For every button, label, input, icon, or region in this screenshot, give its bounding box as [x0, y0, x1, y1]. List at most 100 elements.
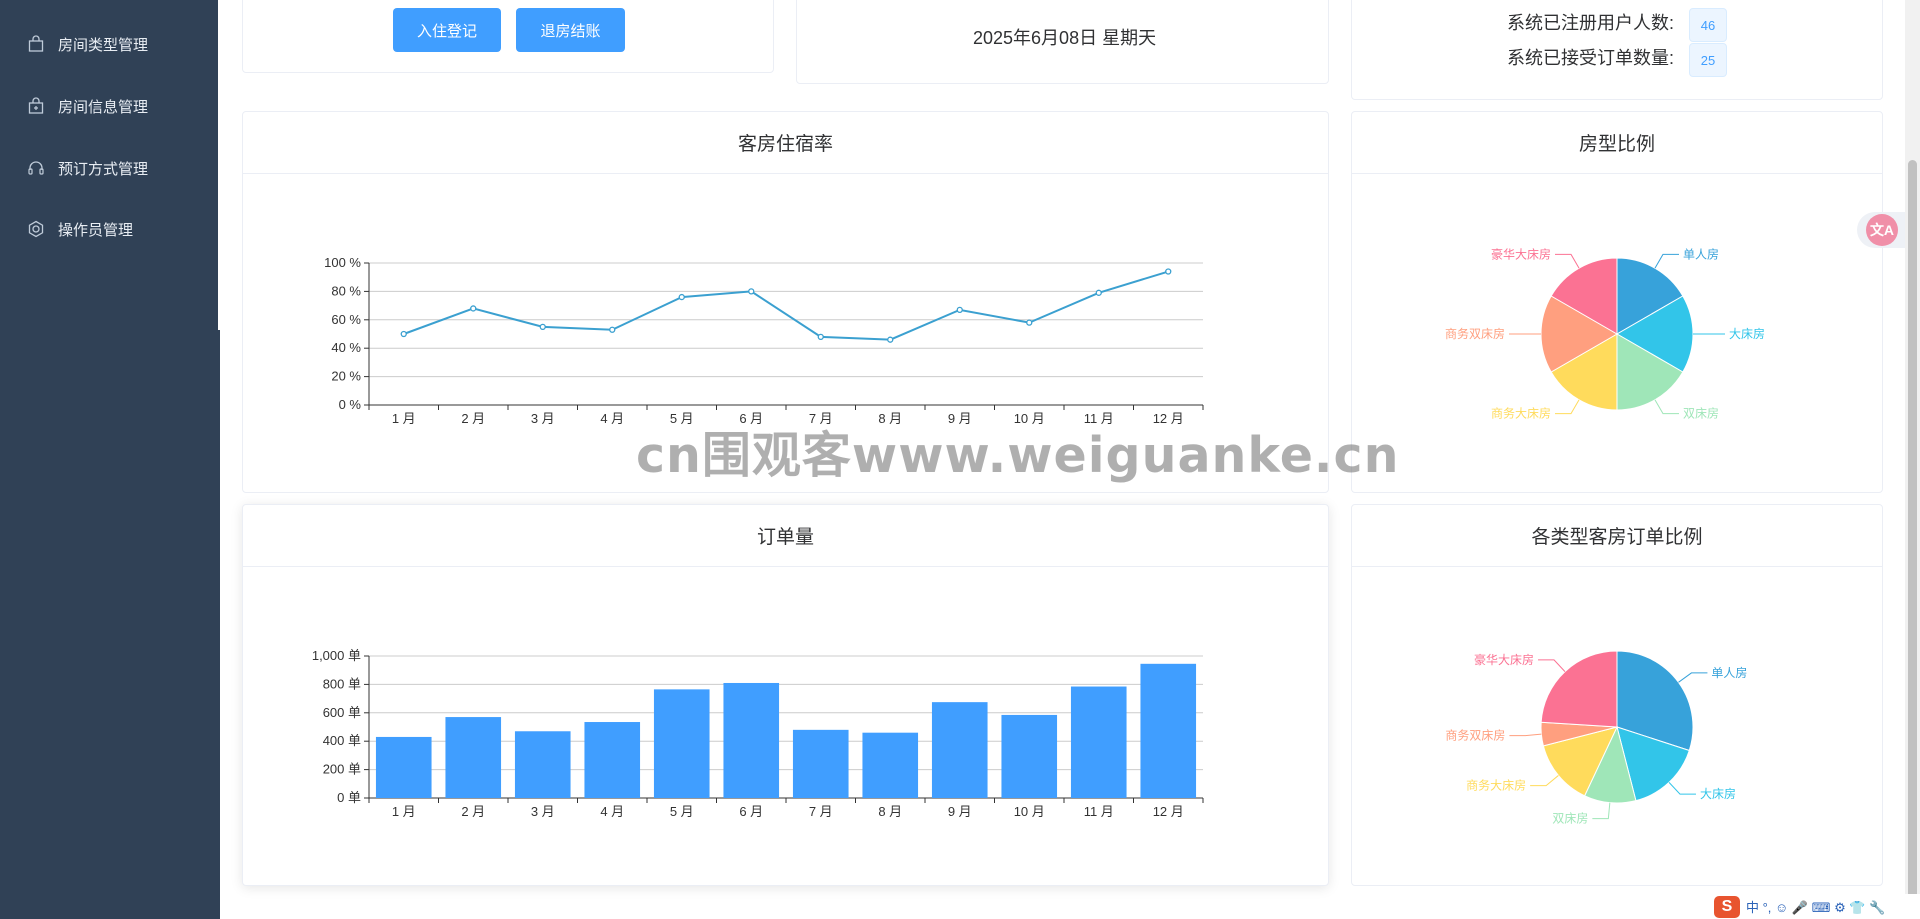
- bar: [445, 717, 502, 798]
- x-tick-label: 5 月: [670, 411, 694, 426]
- pie-label-line: [1530, 775, 1559, 787]
- y-tick-label: 80 %: [331, 283, 361, 298]
- data-point: [887, 336, 894, 343]
- translate-icon[interactable]: 文A: [1866, 214, 1898, 246]
- sidebar-item-room-info[interactable]: 房间信息管理: [0, 78, 220, 134]
- occupancy-line-chart: 0 % 20 % 40 % 60 % 80 % 100 % 1 月 2 月 3 月 4 月 5 月 6…: [324, 255, 1204, 426]
- y-tick-label: 40 %: [331, 340, 361, 355]
- shopping-bag-add-icon: [26, 96, 46, 116]
- x-tick-label: 12 月: [1153, 411, 1184, 426]
- x-tick-label: 1 月: [392, 804, 416, 819]
- x-tick-label: 1 月: [392, 411, 416, 426]
- data-point: [470, 305, 477, 312]
- registered-users-label: 系统已注册用户人数:: [1506, 13, 1674, 33]
- x-tick-label: 6 月: [739, 411, 763, 426]
- occupancy-series-line: [403, 270, 1169, 341]
- pie-label: 豪华大床房: [1491, 246, 1551, 261]
- bar: [584, 722, 641, 798]
- pie-label-line: [1592, 802, 1611, 820]
- ime-toolbar[interactable]: S 中 °, ☺ 🎤 ⌨ ⚙ 👕 🔧: [1712, 894, 1920, 919]
- bar: [1001, 714, 1058, 798]
- ime-status[interactable]: 中 °, ☺ 🎤 ⌨ ⚙ 👕 🔧: [1746, 897, 1885, 916]
- actions-card: 入住登记 退房结账: [242, 0, 774, 73]
- y-tick-label: 1,000 单: [312, 648, 361, 663]
- pie-label-line: [1555, 253, 1580, 269]
- bar: [862, 732, 919, 798]
- x-tick-label: 9 月: [948, 411, 972, 426]
- pie-label: 商务大床房: [1466, 778, 1526, 793]
- sidebar-item-booking-method[interactable]: 预订方式管理: [0, 140, 220, 196]
- shopping-bag-icon: [26, 34, 46, 54]
- sidebar-item-operator[interactable]: 操作员管理: [0, 201, 220, 257]
- scrollbar-thumb[interactable]: [1908, 160, 1917, 900]
- pie-label-line: [1668, 782, 1696, 795]
- pie-label: 商务大床房: [1491, 406, 1551, 421]
- y-tick-label: 0 %: [339, 397, 362, 412]
- x-tick-label: 12 月: [1153, 804, 1184, 819]
- occupancy-title: 客房住宿率: [243, 112, 1328, 174]
- bar: [1140, 663, 1197, 798]
- x-tick-label: 7 月: [809, 804, 833, 819]
- sidebar-item-label: 房间信息管理: [58, 98, 149, 116]
- pie-label: 双床房: [1683, 406, 1719, 421]
- pie-label: 大床房: [1729, 326, 1765, 341]
- pie-label-line: [1555, 399, 1580, 415]
- data-point: [1026, 319, 1033, 326]
- x-tick-label: 3 月: [531, 411, 555, 426]
- pie-label-line: [1678, 672, 1708, 683]
- sogou-logo-icon[interactable]: S: [1714, 895, 1740, 918]
- x-tick-label: 7 月: [809, 411, 833, 426]
- bar: [931, 702, 988, 798]
- x-tick-label: 4 月: [600, 804, 624, 819]
- y-tick-label: 0 单: [337, 790, 361, 805]
- divider: [218, 0, 220, 330]
- pie-label: 双床房: [1552, 811, 1588, 826]
- pie-slice: [1540, 650, 1618, 728]
- x-tick-label: 3 月: [531, 804, 555, 819]
- order-ratio-title: 各类型客房订单比例: [1352, 505, 1882, 567]
- bar: [653, 689, 710, 798]
- stats-card: 系统已注册用户人数: 46 系统已接受订单数量: 25: [1351, 0, 1883, 100]
- orders-label: 系统已接受订单数量:: [1506, 48, 1674, 68]
- sidebar-item-room-type[interactable]: 房间类型管理: [0, 16, 220, 72]
- x-tick-label: 8 月: [878, 804, 902, 819]
- pie-label: 商务双床房: [1445, 728, 1505, 743]
- x-tick-label: 8 月: [878, 411, 902, 426]
- x-tick-label: 10 月: [1014, 804, 1045, 819]
- data-point: [956, 306, 963, 314]
- checkin-button[interactable]: 入住登记: [393, 8, 501, 52]
- sidebar: 房间类型管理 房间信息管理 预订方式管理 操作员管理: [0, 0, 220, 919]
- order-ratio-card: 各类型客房订单比例 单人房 大床房 双床房 商务大床房 商务双床房 豪华大床房: [1351, 504, 1883, 886]
- bar: [792, 729, 849, 798]
- y-tick-label: 100 %: [324, 255, 361, 270]
- checkout-button[interactable]: 退房结账: [516, 8, 625, 52]
- x-tick-label: 6 月: [739, 804, 763, 819]
- data-point: [609, 326, 616, 333]
- orders-title: 订单量: [243, 505, 1328, 567]
- x-tick-label: 10 月: [1014, 411, 1045, 426]
- pie-label-line: [1654, 399, 1679, 415]
- pie-label: 大床房: [1700, 786, 1736, 801]
- order-ratio-pie-chart: 单人房大床房双床房 商务大床房 商务双床房 豪华大床房: [1445, 650, 1747, 826]
- pie-label: 商务双床房: [1445, 326, 1505, 341]
- sidebar-item-label: 预订方式管理: [58, 160, 149, 178]
- x-tick-label: 2 月: [461, 411, 485, 426]
- bar: [375, 736, 432, 798]
- current-date: 2025年6月08日 星期天: [973, 28, 1157, 48]
- bar: [1070, 686, 1127, 798]
- x-tick-label: 2 月: [461, 804, 485, 819]
- pie-label-line: [1509, 733, 1542, 737]
- data-point: [817, 333, 824, 340]
- settings-icon: [26, 219, 46, 239]
- bar: [723, 682, 780, 798]
- room-ratio-card: 房型比例 单人房 大床房 双床房 商务大床房 商务双床房 豪华大床房: [1351, 111, 1883, 493]
- y-tick-label: 20 %: [331, 369, 361, 384]
- date-card: 2025年6月08日 星期天: [796, 0, 1329, 84]
- x-tick-label: 9 月: [948, 804, 972, 819]
- x-tick-label: 11 月: [1084, 411, 1114, 426]
- y-tick-label: 60 %: [331, 312, 361, 327]
- occupancy-card: 客房住宿率 0 % 20 % 40 % 60 % 80 % 100 % 1 月 2 月 3 月 4…: [242, 111, 1329, 493]
- data-point: [748, 288, 755, 295]
- orders-bar-chart: 0 单 200 单 400 单 600 单 800 单 1,000 单 1 月 2 月 3 月 4…: [312, 648, 1204, 819]
- x-tick-label: 4 月: [600, 411, 624, 426]
